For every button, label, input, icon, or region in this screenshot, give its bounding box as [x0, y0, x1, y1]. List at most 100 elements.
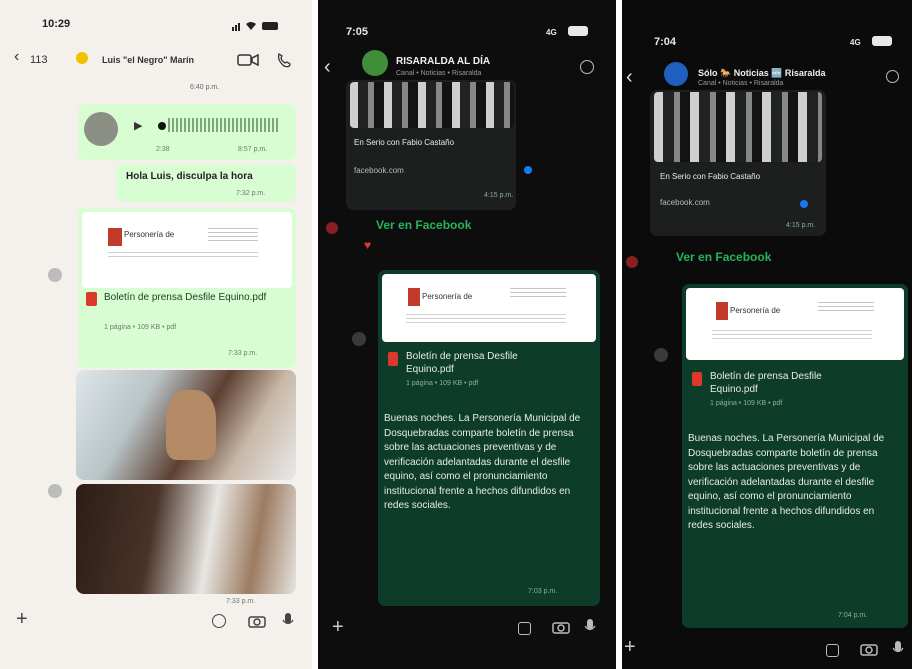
voice-message-bubble[interactable]: ▶ 2:38 8:57 p.m. [78, 104, 296, 160]
doc-logo-text: Personería de [124, 230, 175, 239]
video-thumbnail[interactable] [350, 82, 514, 128]
post-caption: En Serio con Fabio Castaño [354, 138, 455, 147]
doc-logo-text: Personería de [730, 306, 781, 315]
post-link[interactable]: facebook.com [660, 198, 710, 207]
document-message-bubble[interactable]: Personería de Boletín de prensa Desfile … [378, 270, 600, 606]
photo-attachment-1[interactable] [76, 370, 296, 480]
date-stamp: 6:40 p.m. [190, 84, 220, 91]
video-call-icon[interactable] [237, 53, 259, 72]
channel-reaction-avatar [326, 222, 338, 234]
camera-icon[interactable] [860, 642, 878, 661]
back-arrow-icon[interactable]: ‹ [626, 66, 633, 89]
battery-icon [568, 26, 588, 36]
photos-time: 7:33 p.m. [226, 598, 256, 605]
channel-panel-dark-2: 7:04 4G ‹ Sólo 🐎 Noticias 🆕 Risaralda Ca… [622, 0, 912, 669]
document-preview[interactable]: Personería de [686, 288, 904, 360]
doc-time: 7:33 p.m. [228, 350, 258, 357]
status-icons [232, 18, 282, 31]
text-message: Hola Luis, disculpa la hora [126, 171, 253, 182]
attach-plus-icon[interactable]: + [332, 616, 344, 639]
doc-name: Boletín de prensa Desfile Equino.pdf [104, 292, 267, 303]
doc-logo-text: Personería de [422, 292, 473, 301]
microphone-icon[interactable] [892, 640, 904, 661]
doc-preview-text [108, 252, 258, 260]
message-text: Buenas noches. La Personería Municipal d… [688, 433, 885, 531]
phone-call-icon[interactable] [276, 52, 292, 73]
document-preview[interactable]: Personería de [382, 274, 596, 342]
doc-preview-lines [510, 288, 566, 300]
doc-name: Boletín de prensa Desfile Equino.pdf [710, 371, 822, 395]
pdf-icon [86, 292, 97, 306]
contact-avatar[interactable] [76, 52, 88, 64]
document-bubble[interactable]: Personería de Boletín de prensa Desfile … [78, 208, 296, 368]
sticker-icon[interactable] [826, 644, 839, 657]
forward-icon[interactable] [352, 332, 366, 346]
contact-name[interactable]: Luis "el Negro" Marín [102, 55, 194, 65]
microphone-icon[interactable] [584, 618, 596, 639]
personeria-logo-icon [716, 302, 728, 320]
heart-reaction-icon[interactable]: ♥ [364, 238, 371, 252]
doc-preview-lines [818, 302, 874, 314]
facebook-icon [800, 200, 808, 208]
forward-reaction-icon-2[interactable] [48, 484, 62, 498]
forward-reaction-icon[interactable] [48, 268, 62, 282]
channel-panel-dark-1: 7:05 4G ‹ RISARALDA AL DÍA Canal • Notic… [318, 0, 616, 669]
document-message-bubble[interactable]: Personería de Boletín de prensa Desfile … [682, 284, 908, 628]
camera-icon[interactable] [248, 614, 266, 633]
attach-plus-icon[interactable]: + [16, 608, 28, 631]
play-icon[interactable]: ▶ [134, 119, 142, 132]
attach-plus-icon[interactable]: + [624, 636, 636, 659]
channel-subtitle: Canal • Noticias • Risaralda [396, 70, 482, 77]
network-label: 4G [546, 28, 557, 37]
voice-scrubber[interactable] [158, 122, 166, 130]
back-count[interactable]: 113 [30, 54, 48, 66]
text-message-bubble[interactable]: Hola Luis, disculpa la hora 7:32 p.m. [116, 164, 296, 202]
back-arrow-icon[interactable]: ‹ [324, 56, 331, 79]
sticker-icon[interactable] [212, 614, 226, 628]
camera-icon[interactable] [552, 620, 570, 639]
network-label: 4G [850, 38, 861, 47]
channel-name[interactable]: Sólo 🐎 Noticias 🆕 Risaralda [698, 68, 825, 79]
sticker-icon[interactable] [518, 622, 531, 635]
channel-subtitle: Canal • Noticias • Risaralda [698, 80, 784, 87]
message-text: Buenas noches. La Personería Municipal d… [384, 413, 581, 511]
status-time: 7:04 [654, 36, 677, 48]
ver-en-facebook-button[interactable]: Ver en Facebook [676, 250, 771, 264]
message-time: 7:03 p.m. [528, 588, 558, 595]
photo-attachment-2[interactable] [76, 484, 296, 594]
status-time: 10:29 [42, 18, 71, 30]
doc-name: Boletín de prensa Desfile Equino.pdf [406, 351, 518, 375]
back-arrow-icon[interactable]: ‹ [14, 48, 19, 66]
document-preview[interactable]: Personería de [82, 212, 292, 288]
microphone-icon[interactable] [282, 612, 294, 633]
channel-info-icon[interactable] [580, 60, 594, 74]
voice-duration: 2:38 [156, 146, 170, 153]
channel-avatar[interactable] [664, 62, 688, 86]
post-time: 4:15 p.m. [484, 192, 514, 199]
post-link[interactable]: facebook.com [354, 166, 404, 175]
channel-info-icon[interactable] [886, 70, 899, 83]
post-time: 4:15 p.m. [786, 222, 816, 229]
text-message-time: 7:32 p.m. [236, 190, 266, 197]
facebook-post-bubble[interactable]: En Serio con Fabio Castaño facebook.com … [346, 80, 532, 210]
ver-en-facebook-button[interactable]: Ver en Facebook [376, 218, 471, 232]
video-thumbnail[interactable] [654, 92, 822, 162]
doc-preview-text [406, 314, 566, 324]
photo-person [166, 390, 216, 460]
personeria-logo-icon [108, 228, 122, 246]
voice-time: 8:57 p.m. [238, 146, 268, 153]
forward-icon[interactable] [654, 348, 668, 362]
chat-panel-light: 10:29 ‹ 113 Luis "el Negro" Marín 6:40 p… [0, 0, 312, 669]
facebook-post-bubble[interactable]: En Serio con Fabio Castaño facebook.com … [650, 90, 826, 236]
sender-avatar [84, 112, 118, 146]
status-time: 7:05 [346, 26, 369, 38]
doc-preview-lines [208, 228, 258, 242]
facebook-icon [524, 166, 532, 174]
post-caption: En Serio con Fabio Castaño [660, 172, 761, 181]
battery-icon [872, 36, 892, 46]
channel-avatar[interactable] [362, 50, 388, 76]
channel-name[interactable]: RISARALDA AL DÍA [396, 56, 490, 67]
personeria-logo-icon [408, 288, 420, 306]
pdf-icon [388, 352, 398, 366]
doc-meta: 1 página • 109 KB • pdf [406, 380, 479, 387]
